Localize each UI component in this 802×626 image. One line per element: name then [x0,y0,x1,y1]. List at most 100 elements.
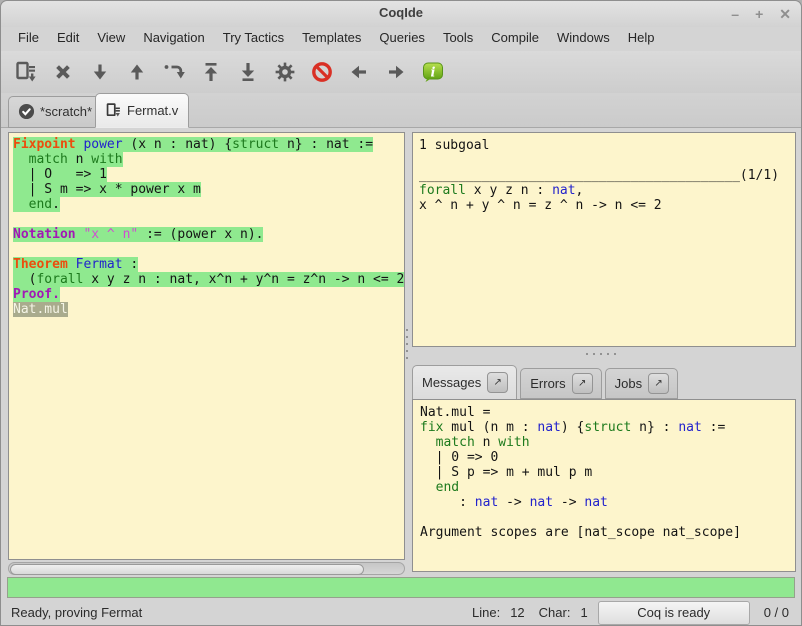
status-bar: Ready, proving Fermat Line: 12 Char: 1 C… [1,599,801,626]
detach-icon[interactable]: ↗ [487,372,508,393]
code-line: : nat -> nat -> nat [420,495,795,510]
scrollbar-thumb[interactable] [10,564,364,575]
back-button[interactable] [346,59,372,85]
horizontal-splitter[interactable] [561,352,641,356]
code-line: Fixpoint power (x n : nat) {struct n} : … [13,137,404,152]
go-to-start-button[interactable] [198,59,224,85]
go-to-end-button[interactable] [235,59,261,85]
editor-pane[interactable]: Fixpoint power (x n : nat) {struct n} : … [8,132,405,560]
menu-bar: FileEditViewNavigationTry TacticsTemplat… [1,27,801,49]
line-value: 12 [510,605,524,620]
vertical-splitter[interactable] [405,329,409,389]
stop-prohibited-icon [310,60,334,84]
code-line [420,510,795,525]
coq-status-indicator[interactable]: Coq is ready [598,601,750,625]
goal-counter: 0 / 0 [764,605,789,620]
code-line: | S p => m + mul p m [420,465,795,480]
step-backward-button[interactable] [124,59,150,85]
menu-item-view[interactable]: View [88,27,134,49]
code-line: | 0 => 0 [420,450,795,465]
detach-icon[interactable]: ↗ [572,373,593,394]
tab-label: Jobs [615,376,642,391]
editor-horizontal-scrollbar[interactable] [8,562,405,575]
arrow-to-top-icon [199,60,223,84]
code-line: forall x y z n : nat, [419,183,795,198]
messages-panel[interactable]: Nat.mul =fix mul (n m : nat) {struct n} … [412,399,796,572]
close-x-icon [51,60,75,84]
menu-item-compile[interactable]: Compile [482,27,548,49]
menu-item-templates[interactable]: Templates [293,27,370,49]
info-bubble-icon: i [421,60,445,84]
goal-panel[interactable]: 1 subgoal ______________________________… [412,132,796,347]
tab-scratch[interactable]: *scratch* [8,96,103,128]
tab-label: Messages [422,375,481,390]
code-line: ________________________________________… [419,168,795,183]
step-forward-button[interactable] [87,59,113,85]
code-line: x ^ n + y ^ n = z ^ n -> n <= 2 [419,198,795,213]
save-button[interactable] [13,59,39,85]
about-button[interactable]: i [420,59,446,85]
char-value: 1 [580,605,587,620]
go-to-cursor-button[interactable] [161,59,187,85]
code-line: | S m => x * power x m [13,182,404,197]
code-line: end [420,480,795,495]
tab-errors[interactable]: Errors ↗ [520,368,601,399]
document-icon [105,102,122,119]
arrow-up-icon [125,60,149,84]
menu-item-queries[interactable]: Queries [370,27,434,49]
code-line: | O => 1 [13,167,404,182]
title-bar[interactable]: CoqIde – + ✕ [1,1,801,27]
forward-button[interactable] [383,59,409,85]
check-circle-icon [18,103,35,120]
svg-text:i: i [431,66,436,81]
save-icon [14,60,38,84]
code-line: 1 subgoal [419,138,795,153]
tab-label: *scratch* [40,104,92,119]
code-line: Argument scopes are [nat_scope nat_scope… [420,525,795,540]
menu-item-navigation[interactable]: Navigation [134,27,213,49]
maximize-button[interactable]: + [755,4,763,24]
minimize-button[interactable]: – [731,4,739,24]
code-line: Theorem Fermat : [13,257,404,272]
tab-messages[interactable]: Messages ↗ [412,365,517,400]
close-button[interactable]: ✕ [779,4,791,24]
menu-item-windows[interactable]: Windows [548,27,619,49]
detach-icon[interactable]: ↗ [648,373,669,394]
main-content: Fixpoint power (x n : nat) {struct n} : … [1,129,801,575]
interrupt-button[interactable] [309,59,335,85]
close-buffer-button[interactable] [50,59,76,85]
gear-icon [273,60,297,84]
status-message: Ready, proving Fermat [11,605,458,620]
panel-tab-bar: Messages ↗ Errors ↗ Jobs ↗ [412,362,681,399]
arrow-to-bottom-icon [236,60,260,84]
menu-item-file[interactable]: File [9,27,48,49]
char-label: Char: [539,605,571,620]
coqide-window: CoqIde – + ✕ FileEditViewNavigationTry T… [0,0,802,626]
code-line: fix mul (n m : nat) {struct n} : nat := [420,420,795,435]
tab-jobs[interactable]: Jobs ↗ [605,368,678,399]
line-label: Line: [472,605,500,620]
tab-label: Fermat.v [127,103,178,118]
window-title: CoqIde [1,5,801,20]
tab-fermat[interactable]: Fermat.v [95,93,189,128]
code-line: match n with [420,435,795,450]
code-line: Nat.mul [13,302,404,317]
preferences-button[interactable] [272,59,298,85]
document-tab-bar: *scratch* Fermat.v [1,93,801,128]
menu-item-help[interactable]: Help [619,27,664,49]
go-to-cursor-icon [162,60,186,84]
code-line: Proof. [13,287,404,302]
code-line: Nat.mul = [420,405,795,420]
code-line: end. [13,197,404,212]
menu-item-tools[interactable]: Tools [434,27,482,49]
toolbar: i [1,51,801,93]
arrow-down-icon [88,60,112,84]
code-line [13,212,404,227]
code-line [419,153,795,168]
menu-item-try-tactics[interactable]: Try Tactics [214,27,293,49]
progress-bar [7,577,795,598]
arrow-right-icon [384,60,408,84]
tab-label: Errors [530,376,565,391]
code-line: (forall x y z n : nat, x^n + y^n = z^n -… [13,272,404,287]
menu-item-edit[interactable]: Edit [48,27,88,49]
